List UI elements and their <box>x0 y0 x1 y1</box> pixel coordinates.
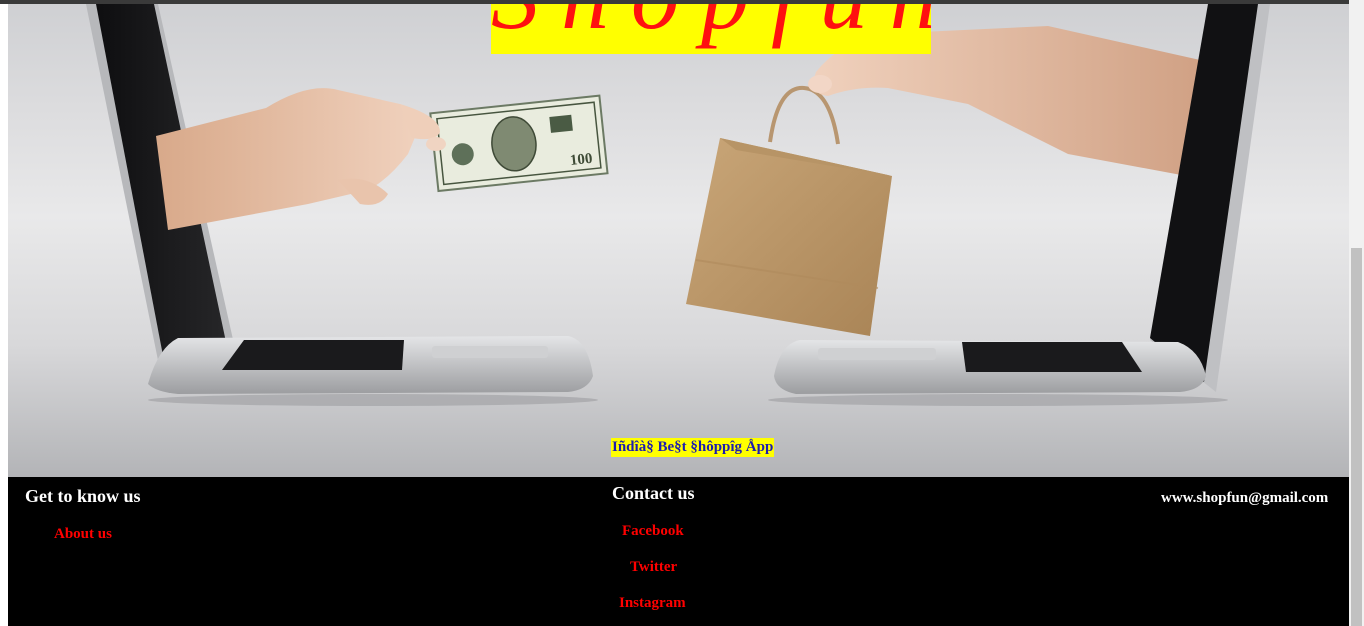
footer-link-twitter[interactable]: Twitter <box>630 559 677 576</box>
hero-banner: 100 Shopfun Iñdîà§ Be§t §hôppîg Åpp <box>8 4 1349 477</box>
left-laptop-trackpad <box>432 346 548 358</box>
footer-heading-get-to-know-us: Get to know us <box>25 486 141 506</box>
bag-handle <box>768 85 840 145</box>
footer-link-instagram[interactable]: Instagram <box>619 595 686 612</box>
logo-box: Shopfun <box>491 4 931 54</box>
footer-email: www.shopfun@gmail.com <box>1161 490 1329 506</box>
dollar-bill: 100 <box>429 94 609 193</box>
hero-tagline: Iñdîà§ Be§t §hôppîg Åpp <box>611 438 775 457</box>
svg-text:100: 100 <box>569 151 593 169</box>
footer-heading-contact-us: Contact us <box>612 483 695 503</box>
page-scrollbar[interactable] <box>1349 0 1364 626</box>
left-hand <box>156 88 419 230</box>
footer: Get to know us About us Contact us Faceb… <box>8 477 1349 626</box>
right-laptop-keyboard <box>962 342 1142 372</box>
shopping-bag <box>686 138 892 336</box>
scrollbar-thumb[interactable] <box>1351 248 1362 626</box>
right-laptop-trackpad <box>818 348 936 360</box>
footer-link-facebook[interactable]: Facebook <box>622 523 684 540</box>
footer-link-about-us[interactable]: About us <box>54 526 112 543</box>
laptops-hands-exchange-illustration: 100 <box>86 4 1270 406</box>
left-laptop-keyboard <box>222 340 404 370</box>
logo-text: Shopfun <box>491 4 931 44</box>
